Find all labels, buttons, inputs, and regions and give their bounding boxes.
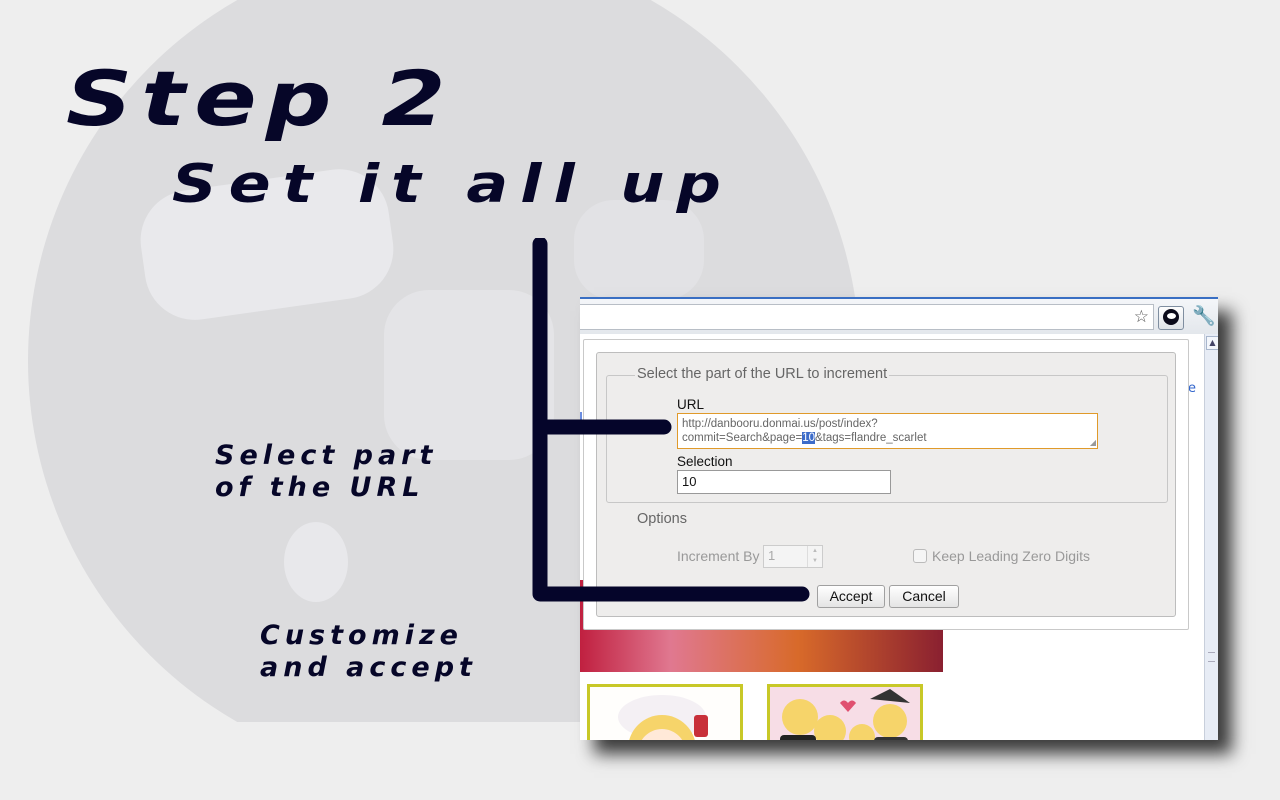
increment-by-stepper[interactable]: 1 ▲ ▼	[763, 545, 823, 568]
address-bar[interactable]: ☆	[580, 304, 1154, 330]
scroll-grip[interactable]	[1208, 652, 1215, 662]
browser-toolbar: ☆ 🔧	[580, 297, 1218, 334]
increment-popup: Select the part of the URL to increment …	[583, 339, 1189, 630]
star-icon[interactable]: ☆	[1134, 308, 1149, 326]
page-edge-marker	[580, 412, 582, 422]
extension-button[interactable]	[1158, 306, 1184, 330]
increment-by-label: Increment By	[677, 548, 760, 564]
popup-panel: Select the part of the URL to increment …	[596, 352, 1176, 617]
caption-customize-accept: Customize and accept	[260, 620, 477, 684]
vertical-scrollbar[interactable]: ▲	[1204, 334, 1218, 740]
thumbnail-image[interactable]	[587, 684, 743, 740]
increment-by-value: 1	[768, 548, 776, 563]
step-title: Step 2	[66, 55, 455, 144]
partial-link[interactable]: e	[1188, 381, 1196, 396]
url-text-after: &tags=flandre_scarlet	[814, 432, 927, 444]
keep-leading-zero-label: Keep Leading Zero Digits	[932, 548, 1090, 564]
selection-field[interactable]: 10	[677, 470, 891, 494]
scroll-up-icon[interactable]: ▲	[1206, 336, 1218, 350]
caption-select-url: Select part of the URL	[215, 440, 437, 504]
thumbnail-image[interactable]	[767, 684, 923, 740]
keep-leading-zero-checkbox[interactable]	[913, 549, 927, 563]
caption-customize-line-2: and accept	[260, 652, 477, 683]
thumbnail-illustration	[780, 689, 910, 740]
options-heading: Options	[637, 511, 687, 527]
resize-handle-icon[interactable]: ◢	[1090, 439, 1096, 447]
url-textarea[interactable]: http://danbooru.donmai.us/post/index?com…	[677, 413, 1098, 449]
caption-customize-line-1: Customize	[260, 620, 463, 651]
stepper-arrows-icon[interactable]: ▲ ▼	[807, 546, 822, 567]
thumbnail-illustration	[618, 695, 708, 740]
url-fieldset-legend: Select the part of the URL to increment	[635, 366, 890, 382]
caption-select-line-1: Select part	[215, 440, 438, 471]
accept-button[interactable]: Accept	[817, 585, 885, 608]
selection-label: Selection	[677, 454, 733, 469]
cancel-button[interactable]: Cancel	[889, 585, 959, 608]
extension-icon	[1163, 309, 1179, 325]
url-label: URL	[677, 397, 705, 412]
url-selected-text: 10	[802, 432, 815, 444]
step-subtitle: Set it all up	[172, 152, 733, 215]
wrench-icon[interactable]: 🔧	[1192, 306, 1216, 326]
caption-select-line-2: of the URL	[215, 472, 425, 503]
